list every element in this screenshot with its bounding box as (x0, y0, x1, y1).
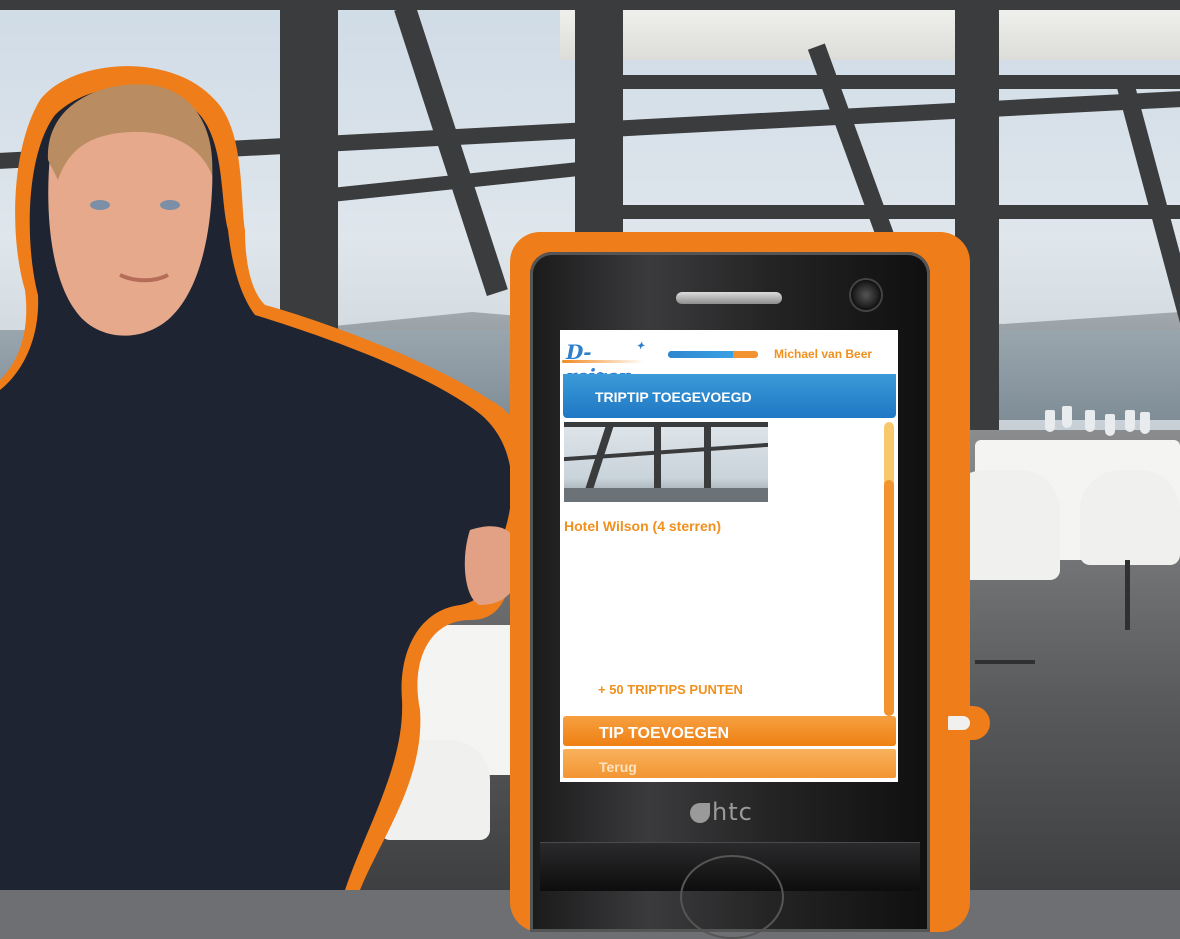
person-eye (160, 200, 180, 210)
htc-mark (690, 803, 710, 823)
logo-swoosh (562, 360, 644, 363)
wine-glass (1105, 414, 1115, 436)
chair (1080, 470, 1180, 565)
hotel-name: Hotel Wilson (4 sterren) (564, 518, 722, 534)
progress-secondary (733, 351, 758, 358)
phone-outline-tab-inner (948, 716, 970, 730)
back-button[interactable]: Terug (563, 749, 896, 778)
scrollbar-thumb[interactable] (884, 480, 894, 716)
scrollbar[interactable] (884, 422, 894, 716)
hotel-photo[interactable] (564, 422, 768, 502)
wine-glass (1085, 410, 1095, 432)
progress-bar (668, 351, 758, 358)
wine-glass (1140, 412, 1150, 434)
speaker-icon (676, 292, 782, 304)
user-name[interactable]: Michael van Beer (774, 347, 898, 361)
person-photo (0, 66, 533, 890)
photo-frame-bar (564, 422, 768, 427)
photo-frame-bar (564, 442, 768, 462)
star-icon: ✦ (636, 341, 644, 352)
phone-nav-ring[interactable] (680, 855, 784, 939)
window-frame (620, 205, 1180, 219)
wine-glass (1045, 410, 1055, 432)
points-label: + 50 TRIPTIPS PUNTEN (598, 682, 743, 697)
wine-glass (1125, 410, 1135, 432)
window-frame (620, 75, 1180, 89)
add-tip-button[interactable]: TIP TOEVOEGEN (563, 716, 896, 746)
photo-city (564, 488, 768, 502)
person-eye (90, 200, 110, 210)
wine-glass (1062, 406, 1072, 428)
chair-leg (1125, 560, 1130, 630)
camera-icon (851, 280, 881, 310)
app-screen: D-reizen ✦ Michael van Beer TRIPTIP TOEG… (560, 330, 898, 782)
device-brand: htc (712, 798, 753, 826)
page-title: TRIPTIP TOEGEVOEGD (563, 374, 896, 418)
htc-logo-icon: htc (690, 798, 770, 832)
chair-leg (975, 660, 1035, 664)
progress-fill (668, 351, 733, 358)
